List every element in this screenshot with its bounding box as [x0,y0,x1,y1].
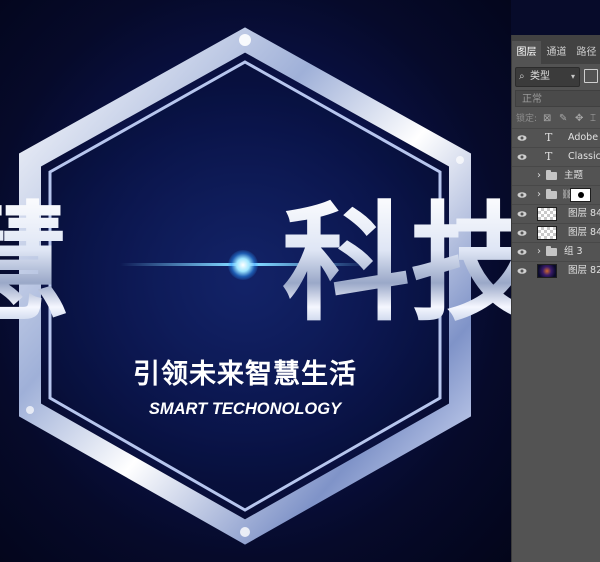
blend-mode-select[interactable]: 正常 [515,90,600,107]
panel-tab-bar: 图层 通道 路径 [512,35,600,64]
subtitle-english-text: SMART TECHONOLOGY [148,400,342,418]
visibility-eye-icon[interactable] [517,190,527,200]
layer-row[interactable]: 图层 84 [512,223,600,242]
folder-icon [546,189,557,199]
expand-arrow-icon[interactable]: › [537,186,541,204]
visibility-eye-icon[interactable] [517,266,527,276]
filter-label: 类型 [530,71,550,82]
layer-row[interactable]: › 组 3 [512,242,600,261]
folder-icon [546,170,557,180]
layer-name: 图层 82 [568,265,600,276]
document-canvas[interactable]: 慧 科技 引领未来智慧生活 SMART TECHONOLOGY [0,0,511,562]
lock-label: 锁定: [516,114,538,124]
layer-name: 图层 84 [568,208,600,219]
layer-name: Adobe F [568,132,600,143]
tab-layers[interactable]: 图层 [512,41,541,64]
expand-arrow-icon[interactable]: › [537,167,541,185]
layer-row[interactable]: T Adobe F [512,128,600,147]
text-layer-icon: T [545,131,553,144]
visibility-eye-icon[interactable] [517,133,527,143]
layer-mask-thumbnail[interactable] [570,188,591,202]
layer-name: 图层 84 [568,227,600,238]
layers-panel: 图层 通道 路径 ⌕ 类型 ▾ 正常 锁定: ⊠ ✎ ✥ ⌶ T Adobe T… [511,35,600,562]
lock-paint-icon[interactable]: ✎ [559,110,567,128]
layer-row[interactable]: › ⛓ [512,185,600,204]
blend-mode-row: 正常 [512,90,600,108]
layer-row[interactable]: 图层 84 [512,204,600,223]
lock-move-icon[interactable]: ✥ [575,110,583,128]
layer-row[interactable]: 图层 82 [512,261,600,280]
search-icon: ⌕ [519,71,525,82]
light-glow-dot [228,250,258,280]
visibility-eye-icon[interactable] [517,209,527,219]
text-layer-icon: T [545,150,553,163]
lock-transparent-icon[interactable]: ⊠ [543,110,551,128]
photoshop-workspace: 慧 科技 引领未来智慧生活 SMART TECHONOLOGY 图层 通道 路径… [0,0,600,562]
layer-row[interactable]: T Classic h [512,147,600,166]
chevron-down-icon: ▾ [570,72,575,81]
layer-thumbnail [537,226,557,240]
layer-filter-select[interactable]: ⌕ 类型 ▾ [515,67,580,87]
tab-channels[interactable]: 通道 [542,41,571,64]
lock-artboard-icon[interactable]: ⌶ [590,110,596,128]
title-text-right: 科技 [282,190,511,340]
folder-icon [546,246,557,256]
visibility-eye-icon[interactable] [517,152,527,162]
layer-thumbnail [537,207,557,221]
lock-row: 锁定: ⊠ ✎ ✥ ⌶ [512,110,600,128]
layer-name: 主题 [564,170,584,181]
title-text-left: 慧 [0,190,70,340]
layer-thumbnail [537,264,557,278]
subtitle-text: 引领未来智慧生活 [133,359,357,390]
visibility-eye-icon[interactable] [517,247,527,257]
layer-name: 组 3 [564,246,583,257]
layer-list: T Adobe F T Classic h › 主题 › ⛓ [512,128,600,280]
tab-paths[interactable]: 路径 [572,41,600,64]
filter-pixel-layers-icon[interactable] [584,69,598,83]
layer-row[interactable]: › 主题 [512,166,600,185]
layer-name: Classic h [568,151,600,162]
layer-filter-row: ⌕ 类型 ▾ [512,67,600,87]
visibility-eye-icon[interactable] [517,228,527,238]
expand-arrow-icon[interactable]: › [537,243,541,261]
